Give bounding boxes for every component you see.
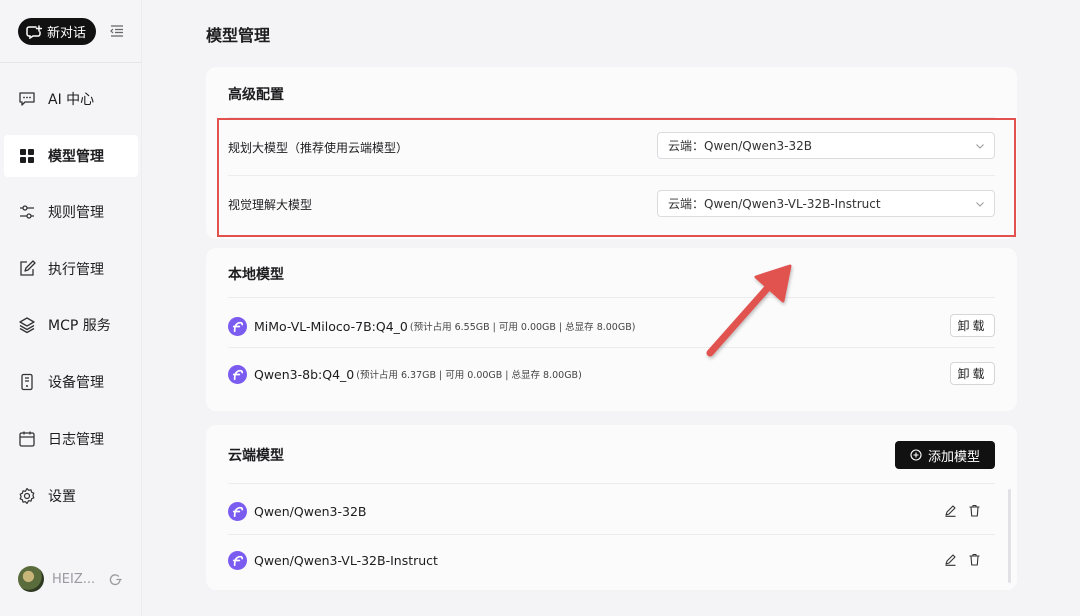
- new-chat-icon: [26, 24, 42, 39]
- sidebar: 新对话 AI 中心 模型管理 规则管理 执行管理 MCP 服务 设备管理 日志管…: [0, 0, 142, 616]
- card-title: 本地模型: [228, 267, 284, 283]
- sidebar-item-label: 设备管理: [48, 375, 104, 391]
- list-item: Qwen3-8b:Q4_0 (预计占用 6.37GB | 可用 0.00GB |…: [228, 363, 995, 385]
- model-logo-icon: [228, 364, 247, 384]
- advanced-config-card: 高级配置 规划大模型（推荐使用云端模型） 云端：Qwen/Qwen3-32B 视…: [206, 67, 1017, 239]
- gear-icon: [19, 487, 35, 505]
- sidebar-item-label: 模型管理: [48, 149, 104, 165]
- vision-model-label: 视觉理解大模型: [228, 198, 313, 212]
- vision-model-select[interactable]: 云端：Qwen/Qwen3-VL-32B-Instruct: [657, 190, 995, 217]
- main-content: 模型管理 高级配置 规划大模型（推荐使用云端模型） 云端：Qwen/Qwen3-…: [142, 0, 1080, 616]
- list-item: Qwen/Qwen3-32B: [228, 500, 995, 522]
- sidebar-item-label: MCP 服务: [48, 318, 111, 334]
- divider: [228, 117, 995, 118]
- sidebar-item-ai-center[interactable]: AI 中心: [4, 78, 138, 120]
- trash-icon[interactable]: [968, 553, 981, 566]
- planning-model-select[interactable]: 云端：Qwen/Qwen3-32B: [657, 132, 995, 159]
- calendar-icon: [19, 431, 35, 447]
- sidebar-item-label: 执行管理: [48, 262, 104, 278]
- sidebar-item-label: 日志管理: [48, 432, 104, 448]
- sidebar-item-device-management[interactable]: 设备管理: [4, 361, 138, 403]
- sidebar-item-label: 设置: [48, 489, 76, 505]
- collapse-sidebar-icon[interactable]: [110, 24, 124, 38]
- select-value: 云端：Qwen/Qwen3-32B: [668, 139, 813, 153]
- chevron-down-icon: [976, 202, 984, 207]
- model-logo-icon: [228, 316, 247, 336]
- unload-button[interactable]: 卸载: [950, 362, 995, 385]
- sidebar-item-log-management[interactable]: 日志管理: [4, 418, 138, 460]
- trash-icon[interactable]: [968, 504, 981, 517]
- add-model-label: 添加模型: [927, 449, 980, 465]
- divider: [228, 175, 995, 176]
- card-title: 高级配置: [228, 87, 284, 103]
- sidebar-item-mcp-service[interactable]: MCP 服务: [4, 304, 138, 346]
- sidebar-item-model-management[interactable]: 模型管理: [4, 135, 138, 177]
- sidebar-item-label: 规则管理: [48, 205, 104, 221]
- layers-icon: [19, 317, 35, 334]
- new-chat-label: 新对话: [47, 26, 87, 41]
- user-name: HEIZ...: [52, 571, 96, 587]
- model-name: Qwen/Qwen3-VL-32B-Instruct: [254, 552, 438, 568]
- sidebar-item-execution-management[interactable]: 执行管理: [4, 248, 138, 290]
- scrollbar[interactable]: [1008, 489, 1011, 583]
- grid-icon: [20, 149, 34, 163]
- model-meta: (预计占用 6.37GB | 可用 0.00GB | 总显存 8.00GB): [356, 370, 582, 381]
- new-chat-button[interactable]: 新对话: [18, 18, 96, 45]
- model-name: Qwen/Qwen3-32B: [254, 503, 367, 519]
- model-logo-icon: [228, 550, 247, 570]
- device-icon: [21, 373, 33, 391]
- logout-icon[interactable]: [109, 573, 122, 586]
- divider: [228, 534, 995, 535]
- sidebar-item-rule-management[interactable]: 规则管理: [4, 191, 138, 233]
- page-title: 模型管理: [206, 26, 271, 45]
- divider: [228, 297, 995, 298]
- model-logo-icon: [228, 501, 247, 521]
- sidebar-divider: [0, 62, 142, 63]
- sidebar-item-label: AI 中心: [48, 92, 95, 108]
- divider: [228, 483, 995, 484]
- list-item: MiMo-VL-Miloco-7B:Q4_0 (预计占用 6.55GB | 可用…: [228, 315, 995, 337]
- local-models-card: 本地模型 MiMo-VL-Miloco-7B:Q4_0 (预计占用 6.55GB…: [206, 248, 1017, 411]
- sidebar-item-settings[interactable]: 设置: [4, 475, 138, 517]
- model-name: Qwen3-8b:Q4_0: [254, 366, 355, 382]
- edit-icon[interactable]: [944, 553, 957, 566]
- plus-circle-icon: [910, 449, 922, 461]
- edit-icon: [20, 260, 36, 276]
- unload-button[interactable]: 卸载: [950, 314, 995, 337]
- chevron-down-icon: [976, 144, 984, 149]
- cloud-models-card: 云端模型 添加模型 Qwen/Qwen3-32B Qwen/Qwen3-VL-3…: [206, 425, 1017, 590]
- avatar: [18, 566, 44, 592]
- user-profile[interactable]: HEIZ...: [18, 566, 122, 592]
- card-title: 云端模型: [228, 448, 284, 464]
- sliders-icon: [20, 205, 34, 219]
- select-value: 云端：Qwen/Qwen3-VL-32B-Instruct: [668, 197, 881, 211]
- chat-icon: [19, 92, 35, 106]
- divider: [228, 347, 995, 348]
- planning-model-label: 规划大模型（推荐使用云端模型）: [228, 141, 409, 155]
- add-model-button[interactable]: 添加模型: [895, 441, 995, 469]
- list-item: Qwen/Qwen3-VL-32B-Instruct: [228, 549, 995, 571]
- model-meta: (预计占用 6.55GB | 可用 0.00GB | 总显存 8.00GB): [409, 322, 636, 333]
- model-name: MiMo-VL-Miloco-7B:Q4_0: [254, 318, 408, 334]
- edit-icon[interactable]: [944, 504, 957, 517]
